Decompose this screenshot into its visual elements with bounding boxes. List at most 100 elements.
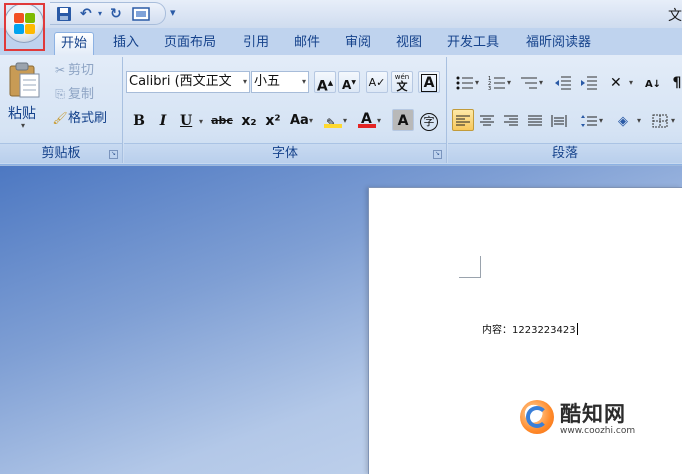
shrink-font-button[interactable]: A▼ [338,71,360,93]
paragraph-group: 123 ✕ A↓ ¶ [448,57,682,163]
tab-page-layout[interactable]: 页面布局 [158,32,222,55]
tab-mailings[interactable]: 邮件 [288,32,326,55]
redo-icon[interactable]: ↻ [110,6,122,22]
increase-indent-button[interactable] [578,71,600,93]
font-dialog-launcher-icon[interactable]: ↘ [433,150,442,159]
font-size-value: 小五 [254,74,281,89]
subscript-icon: x₂ [241,113,257,129]
character-border-button[interactable]: A [418,71,440,93]
clipboard-group-label: 剪贴板 [0,143,122,163]
shading-button[interactable]: ◈ [614,109,644,132]
shrink-font-icon: A [342,78,352,92]
font-name-combo[interactable]: Calibri (西文正文 ▾ [126,71,250,93]
cut-label: 剪切 [68,63,95,78]
undo-icon[interactable]: ↶ [80,6,92,22]
tab-foxit-reader[interactable]: 福昕阅读器 [520,32,597,55]
underline-icon: U [180,113,193,129]
phonetic-guide-button[interactable]: wén 文 [391,71,413,93]
distributed-icon [551,115,567,127]
multilevel-list-icon [521,77,537,89]
font-size-combo[interactable]: 小五 ▾ [251,71,309,93]
tab-home[interactable]: 开始 [54,32,95,55]
tab-developer[interactable]: 开发工具 [441,32,505,55]
character-shading-icon: A [397,113,409,129]
font-group-label: 字体 [124,143,446,163]
customize-qat-icon[interactable]: ▾ [170,6,176,19]
sort-button[interactable]: A↓ [642,71,664,93]
numbering-icon: 123 [488,76,505,92]
quick-access-toolbar: ↶ ▾ ↻ [50,2,166,25]
enclose-characters-icon: 字 [420,113,438,131]
clear-formatting-icon: A✓ [368,76,386,89]
cut-button[interactable]: ✂ 剪切 [52,60,94,80]
copy-icon: ⎘ [55,87,65,101]
copy-label: 复制 [68,87,95,102]
clipboard-dialog-launcher-icon[interactable]: ↘ [109,150,118,159]
coozhi-logo-icon [520,400,554,434]
underline-button[interactable]: U [176,109,206,132]
line-spacing-button[interactable] [576,109,606,132]
grow-font-icon: A [316,78,328,95]
decrease-indent-button[interactable] [552,71,574,93]
tab-review[interactable]: 审阅 [339,32,377,55]
tab-insert[interactable]: 插入 [107,32,145,55]
align-right-button[interactable] [500,109,522,131]
font-group: Calibri (西文正文 ▾ 小五 ▾ A▲ A▼ A✓ wén 文 A B … [124,57,447,163]
borders-button[interactable] [648,109,678,132]
save-icon[interactable] [56,6,72,22]
change-case-button[interactable]: Aa [286,109,316,132]
subscript-button[interactable]: x₂ [238,109,260,131]
grow-font-button[interactable]: A▲ [314,71,336,95]
superscript-icon: x² [265,113,281,129]
enclose-characters-button[interactable]: 字 [418,109,440,131]
office-button-highlight [4,3,45,51]
distributed-button[interactable] [548,109,570,131]
phonetic-guide-icon: 文 [396,80,408,93]
svg-text:3: 3 [488,86,491,91]
sort-icon: A↓ [644,79,662,90]
copy-button[interactable]: ⎘ 复制 [52,84,94,104]
character-shading-button[interactable]: A [392,109,414,131]
paste-button[interactable]: 粘贴 ▾ [4,59,44,139]
align-center-button[interactable] [476,109,498,131]
bullets-button[interactable] [452,71,482,94]
document-text-line[interactable]: 内容：1223223423 [482,321,578,336]
italic-icon: I [159,113,167,129]
tab-references[interactable]: 引用 [237,32,275,55]
clear-formatting-button[interactable]: A✓ [366,71,388,93]
justify-button[interactable] [524,109,546,131]
text-highlight-button[interactable]: ✎ [320,109,350,132]
italic-button[interactable]: I [152,109,174,131]
watermark: 酷知网 www.coozhi.com [520,398,682,440]
undo-dropdown-icon[interactable]: ▾ [98,6,102,22]
text-caret [576,323,578,335]
show-marks-button[interactable]: ¶ [666,71,682,93]
bold-icon: B [133,113,145,129]
multilevel-list-button[interactable] [516,71,546,94]
justify-icon [528,115,542,126]
scissors-icon: ✂ [54,63,66,77]
strikethrough-button[interactable]: abc [208,109,236,131]
window-title: 文 [668,8,682,24]
numbering-button[interactable]: 123 [484,71,514,94]
paragraph-group-label: 段落 [448,143,682,163]
font-size-dropdown-icon: ▾ [301,77,306,86]
font-color-icon: A [358,110,376,130]
character-border-icon: A [420,74,438,92]
chinese-layout-icon: ✕ [610,75,622,91]
align-center-icon [480,115,494,126]
increase-indent-icon [581,76,597,90]
format-painter-button[interactable]: 🖌格式刷 [52,108,107,128]
paste-dropdown-icon: ▾ [21,121,26,130]
chinese-layout-button[interactable]: ✕ [606,71,636,94]
superscript-button[interactable]: x² [262,109,284,131]
paragraph-mark-icon: ¶ [672,75,682,91]
line-spacing-icon [581,115,597,127]
watermark-url: www.coozhi.com [560,426,636,436]
tab-view[interactable]: 视图 [390,32,428,55]
bold-button[interactable]: B [128,109,150,131]
font-color-button[interactable]: A [354,109,384,132]
align-left-button[interactable] [452,109,474,131]
print-preview-icon[interactable] [132,6,150,22]
paint-bucket-icon: ◈ [618,114,628,129]
